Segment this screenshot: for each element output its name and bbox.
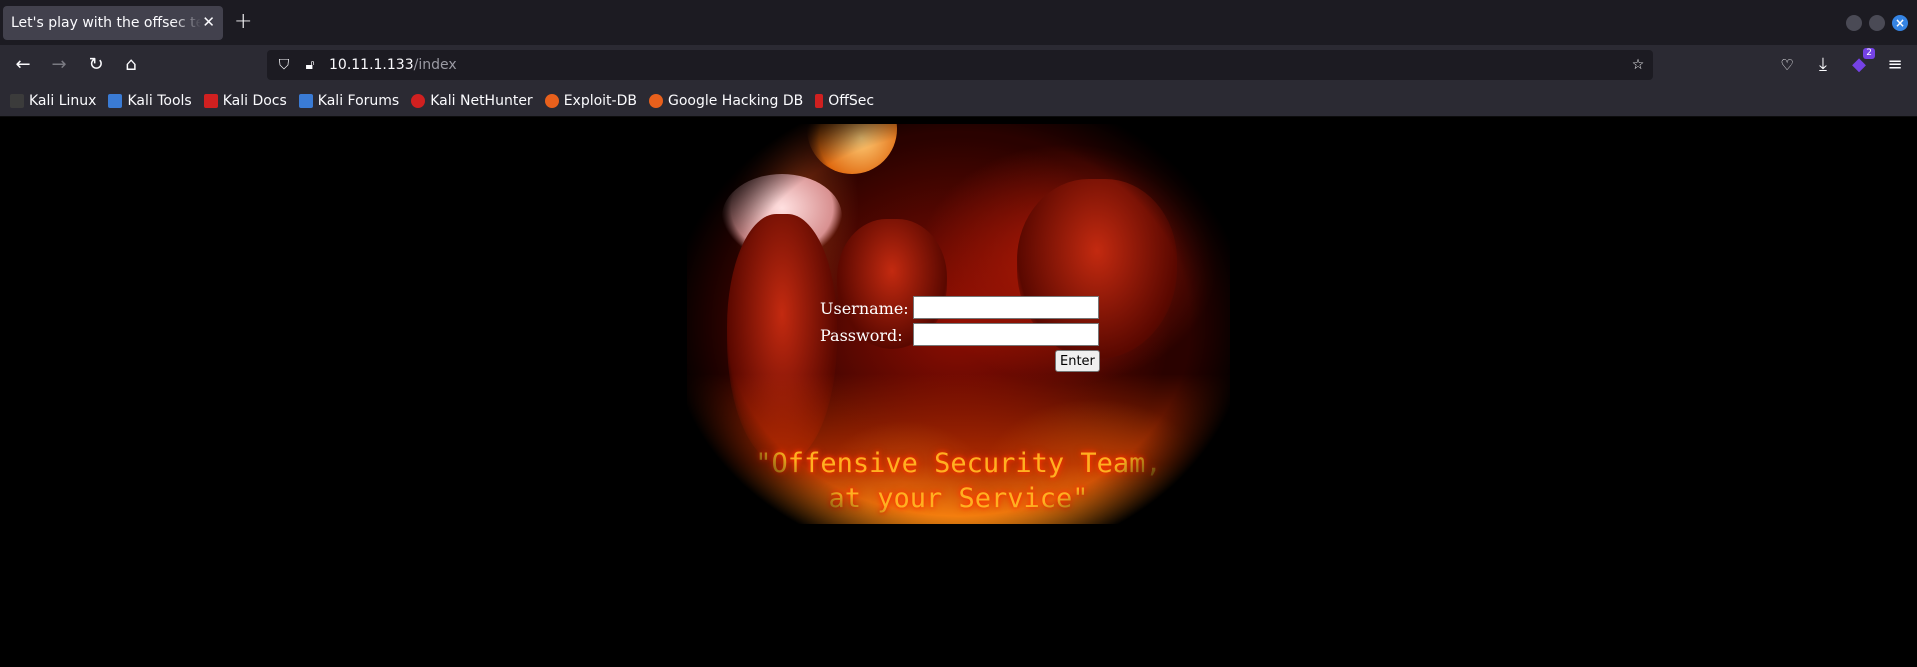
new-tab-icon[interactable]: + [234,10,252,34]
exploit-db-icon [544,93,559,108]
bookmark-google-hacking-db[interactable]: Google Hacking DB [648,93,803,109]
url-bar[interactable]: ⛉ 🔓︎ 10.11.1.133 /index ☆ [267,50,1653,80]
moon-graphic [807,124,897,174]
menu-icon[interactable]: ≡ [1883,53,1907,77]
page-content: "Offensive Security Team, at your Servic… [0,118,1917,667]
banner-line-1: "Offensive Security Team, [755,448,1162,479]
tab-title: Let's play with the offsec team [11,15,201,31]
extensions-icon[interactable]: ◆ 2 [1847,48,1875,77]
close-window-icon[interactable]: × [1892,15,1908,31]
bookmark-kali-linux[interactable]: Kali Linux [10,93,96,109]
bookmark-exploit-db[interactable]: Exploit-DB [544,93,637,109]
browser-tab[interactable]: Let's play with the offsec team ✕ [3,6,223,40]
password-row: Password: [820,323,1100,350]
kali-tools-icon [108,93,123,108]
url-path: /index [413,57,457,73]
banner-line-2: at your Service" [828,483,1089,514]
username-label: Username: [820,299,909,318]
pocket-icon[interactable]: ♡ [1775,53,1799,77]
tab-close-icon[interactable]: ✕ [202,14,215,30]
bookmarks-toolbar: Kali Linux Kali Tools Kali Docs Kali For… [0,85,1917,117]
bookmark-kali-forums[interactable]: Kali Forums [298,93,399,109]
downloads-icon[interactable]: ⤓ [1811,53,1835,77]
lock-insecure-icon[interactable]: 🔓︎ [301,56,319,74]
forward-icon[interactable]: → [47,53,71,77]
kali-dragon-icon [10,93,24,108]
enter-button[interactable]: Enter [1055,350,1100,372]
bookmark-kali-tools[interactable]: Kali Tools [108,93,192,109]
password-label: Password: [820,326,903,345]
minimize-window-icon[interactable] [1846,15,1862,31]
navigation-toolbar: ← → ↻ ⌂ ⛉ 🔓︎ 10.11.1.133 /index ☆ ♡ ⤓ ◆ 2… [0,45,1917,85]
nethunter-icon [411,93,426,108]
kali-docs-icon [203,93,218,108]
username-row: Username: [820,296,1100,323]
login-form: Username: Password: Enter [820,296,1100,372]
offsec-icon [815,93,824,108]
shield-icon[interactable]: ⛉ [275,56,293,74]
bookmark-kali-nethunter[interactable]: Kali NetHunter [411,93,533,109]
tab-bar: Let's play with the offsec team ✕ + × [0,0,1917,45]
bookmark-kali-docs[interactable]: Kali Docs [203,93,287,109]
kali-forums-icon [298,93,313,108]
username-input[interactable] [913,296,1099,319]
ghdb-icon [648,93,663,108]
bookmark-star-icon[interactable]: ☆ [1629,56,1647,74]
home-icon[interactable]: ⌂ [119,53,143,77]
maximize-window-icon[interactable] [1869,15,1885,31]
extension-badge: 2 [1863,48,1875,59]
url-host: 10.11.1.133 [329,57,414,73]
bookmark-offsec[interactable]: OffSec [815,93,874,109]
reload-icon[interactable]: ↻ [84,53,108,77]
back-icon[interactable]: ← [11,53,35,77]
password-input[interactable] [913,323,1099,346]
